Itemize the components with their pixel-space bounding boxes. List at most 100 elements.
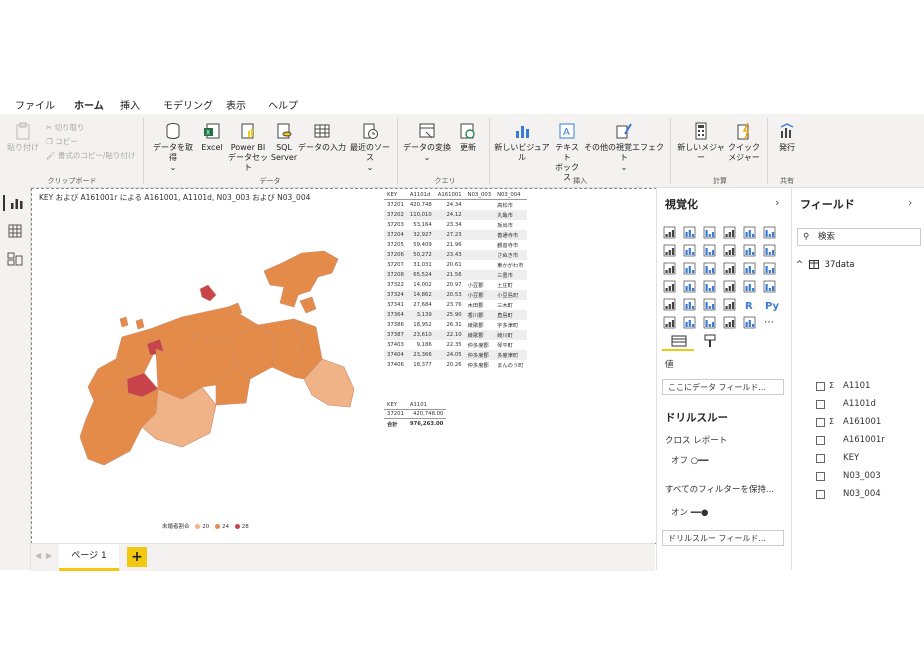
gauge-icon[interactable] bbox=[723, 280, 736, 293]
column-header[interactable]: A1101 bbox=[406, 401, 447, 410]
waterfall-icon[interactable] bbox=[663, 262, 676, 275]
column-header[interactable]: KEY bbox=[384, 191, 407, 200]
values-drop-field[interactable]: ここにデータ フィールド... bbox=[662, 379, 784, 395]
paginated-icon[interactable] bbox=[743, 316, 756, 329]
field-checkbox[interactable] bbox=[816, 382, 825, 391]
paste-button[interactable]: 貼り付け bbox=[7, 122, 39, 153]
new-measure-button[interactable]: 新しいメジャー bbox=[676, 122, 726, 163]
format-paint-roller-icon[interactable] bbox=[703, 334, 717, 348]
more-icon[interactable]: ⋯ bbox=[764, 317, 774, 328]
textbox-button[interactable]: A テキスト ボックス bbox=[552, 122, 582, 183]
kpi-icon[interactable] bbox=[663, 298, 676, 311]
field-item[interactable]: A1101d bbox=[816, 399, 916, 411]
pie-icon[interactable] bbox=[723, 262, 736, 275]
clustered-bar-icon[interactable] bbox=[703, 226, 716, 239]
key-influencers-icon[interactable] bbox=[663, 316, 676, 329]
line-chart-icon[interactable] bbox=[663, 244, 676, 257]
add-page-button[interactable]: + bbox=[127, 547, 147, 567]
python-visual-icon[interactable]: Py bbox=[765, 301, 780, 312]
field-search-input[interactable]: ⚲ 検索 bbox=[797, 228, 921, 246]
recent-sources-button[interactable]: 最近のソース ⌄ bbox=[347, 122, 393, 173]
report-canvas[interactable]: KEY および A161001r による A161001, A1101d, N0… bbox=[31, 188, 683, 544]
menu-tab-help[interactable]: ヘルプ bbox=[268, 97, 298, 112]
field-checkbox[interactable] bbox=[816, 454, 825, 463]
table-node-37data[interactable]: ^ 37data bbox=[796, 260, 855, 270]
chevron-right-icon[interactable]: › bbox=[908, 196, 912, 209]
more-visuals-button[interactable]: その他の視覚エフェクト ⌄ bbox=[584, 122, 664, 173]
funnel-icon[interactable] bbox=[683, 262, 696, 275]
new-visual-button[interactable]: 新しいビジュアル bbox=[494, 122, 550, 163]
r-visual-icon[interactable]: R bbox=[745, 301, 753, 312]
100-bar-icon[interactable] bbox=[743, 226, 756, 239]
copy-button[interactable]: ❐ コピー bbox=[46, 136, 78, 147]
format-painter-button[interactable]: 🖌 書式のコピー/貼り付け bbox=[46, 150, 135, 161]
publish-button[interactable]: 発行 bbox=[772, 122, 802, 153]
card-icon[interactable] bbox=[743, 280, 756, 293]
scatter-icon[interactable] bbox=[703, 262, 716, 275]
chevron-right-icon[interactable]: › bbox=[775, 196, 779, 209]
field-item[interactable]: Σ A1101 bbox=[816, 381, 916, 393]
choropleth-map[interactable] bbox=[32, 189, 372, 539]
stacked-bar-icon[interactable] bbox=[663, 226, 676, 239]
narrative-icon[interactable] bbox=[723, 316, 736, 329]
field-checkbox[interactable] bbox=[816, 490, 825, 499]
field-item[interactable]: N03_003 bbox=[816, 471, 916, 483]
donut-icon[interactable] bbox=[743, 262, 756, 275]
stacked-area-icon[interactable] bbox=[703, 244, 716, 257]
menu-tab-insert[interactable]: 挿入 bbox=[120, 97, 140, 112]
menu-tab-modeling[interactable]: モデリング bbox=[163, 97, 213, 112]
visual-type-grid[interactable]: R Py ⋯ bbox=[663, 226, 787, 330]
column-header[interactable]: N03_004 bbox=[494, 191, 527, 200]
decomposition-icon[interactable] bbox=[683, 316, 696, 329]
menu-tab-file[interactable]: ファイル bbox=[15, 97, 55, 112]
drill-through-drop-field[interactable]: ドリルスルー フィールド... bbox=[662, 530, 784, 546]
fields-well-icon[interactable] bbox=[671, 334, 687, 348]
field-checkbox[interactable] bbox=[816, 418, 825, 427]
get-data-button[interactable]: データを取得 ⌄ bbox=[150, 122, 196, 173]
ribbon-chart-icon[interactable] bbox=[763, 244, 776, 257]
matrix-icon[interactable] bbox=[723, 298, 736, 311]
excel-button[interactable]: X Excel bbox=[199, 122, 225, 153]
line-column-icon[interactable] bbox=[723, 244, 736, 257]
field-item[interactable]: A161001r bbox=[816, 435, 916, 447]
field-checkbox[interactable] bbox=[816, 400, 825, 409]
report-view-icon[interactable] bbox=[3, 195, 25, 211]
sql-server-button[interactable]: SQL Server bbox=[270, 122, 298, 163]
column-header[interactable]: N03_003 bbox=[464, 191, 495, 200]
area-chart-icon[interactable] bbox=[683, 244, 696, 257]
transform-data-button[interactable]: データの変換 ⌄ bbox=[403, 122, 451, 163]
field-item[interactable]: KEY bbox=[816, 453, 916, 465]
field-item[interactable]: Σ A161001 bbox=[816, 417, 916, 429]
next-page-icon[interactable]: ▶ bbox=[46, 551, 52, 560]
field-checkbox[interactable] bbox=[816, 436, 825, 445]
slicer-icon[interactable] bbox=[683, 298, 696, 311]
shape-map-icon[interactable] bbox=[703, 280, 716, 293]
column-header[interactable]: A1101d bbox=[406, 191, 435, 200]
line-column2-icon[interactable] bbox=[743, 244, 756, 257]
clustered-column-icon[interactable] bbox=[723, 226, 736, 239]
field-checkbox[interactable] bbox=[816, 472, 825, 481]
multirow-card-icon[interactable] bbox=[763, 280, 776, 293]
data-table[interactable]: KEY A1101d A161001 N03_003 N03_004 37201 420,… bbox=[384, 191, 527, 370]
qa-icon[interactable] bbox=[703, 316, 716, 329]
quick-measure-button[interactable]: クイック メジャー bbox=[728, 122, 760, 163]
summary-table[interactable]: KEY A1101 37201 420,748.00 合計 976,263.00 bbox=[384, 401, 447, 429]
prev-page-icon[interactable]: ◀ bbox=[35, 551, 41, 560]
cut-button[interactable]: ✂ 切り取り bbox=[46, 122, 85, 133]
data-view-icon[interactable] bbox=[7, 223, 23, 239]
menu-tab-view[interactable]: 表示 bbox=[226, 97, 246, 112]
100-column-icon[interactable] bbox=[763, 226, 776, 239]
refresh-button[interactable]: 更新 bbox=[455, 122, 481, 153]
keep-filters-toggle[interactable]: オン ━━● bbox=[671, 506, 708, 518]
table-icon[interactable] bbox=[703, 298, 716, 311]
stacked-column-icon[interactable] bbox=[683, 226, 696, 239]
map-icon[interactable] bbox=[663, 280, 676, 293]
field-item[interactable]: N03_004 bbox=[816, 489, 916, 501]
model-view-icon[interactable] bbox=[7, 251, 23, 267]
powerbi-dataset-button[interactable]: Power BI データセット bbox=[228, 122, 268, 173]
column-header[interactable]: A161001 bbox=[434, 191, 465, 200]
page-tab[interactable]: ページ 1 bbox=[59, 544, 119, 571]
treemap-icon[interactable] bbox=[763, 262, 776, 275]
cross-report-toggle[interactable]: オフ ○━━ bbox=[671, 454, 708, 466]
filled-map-icon[interactable] bbox=[683, 280, 696, 293]
